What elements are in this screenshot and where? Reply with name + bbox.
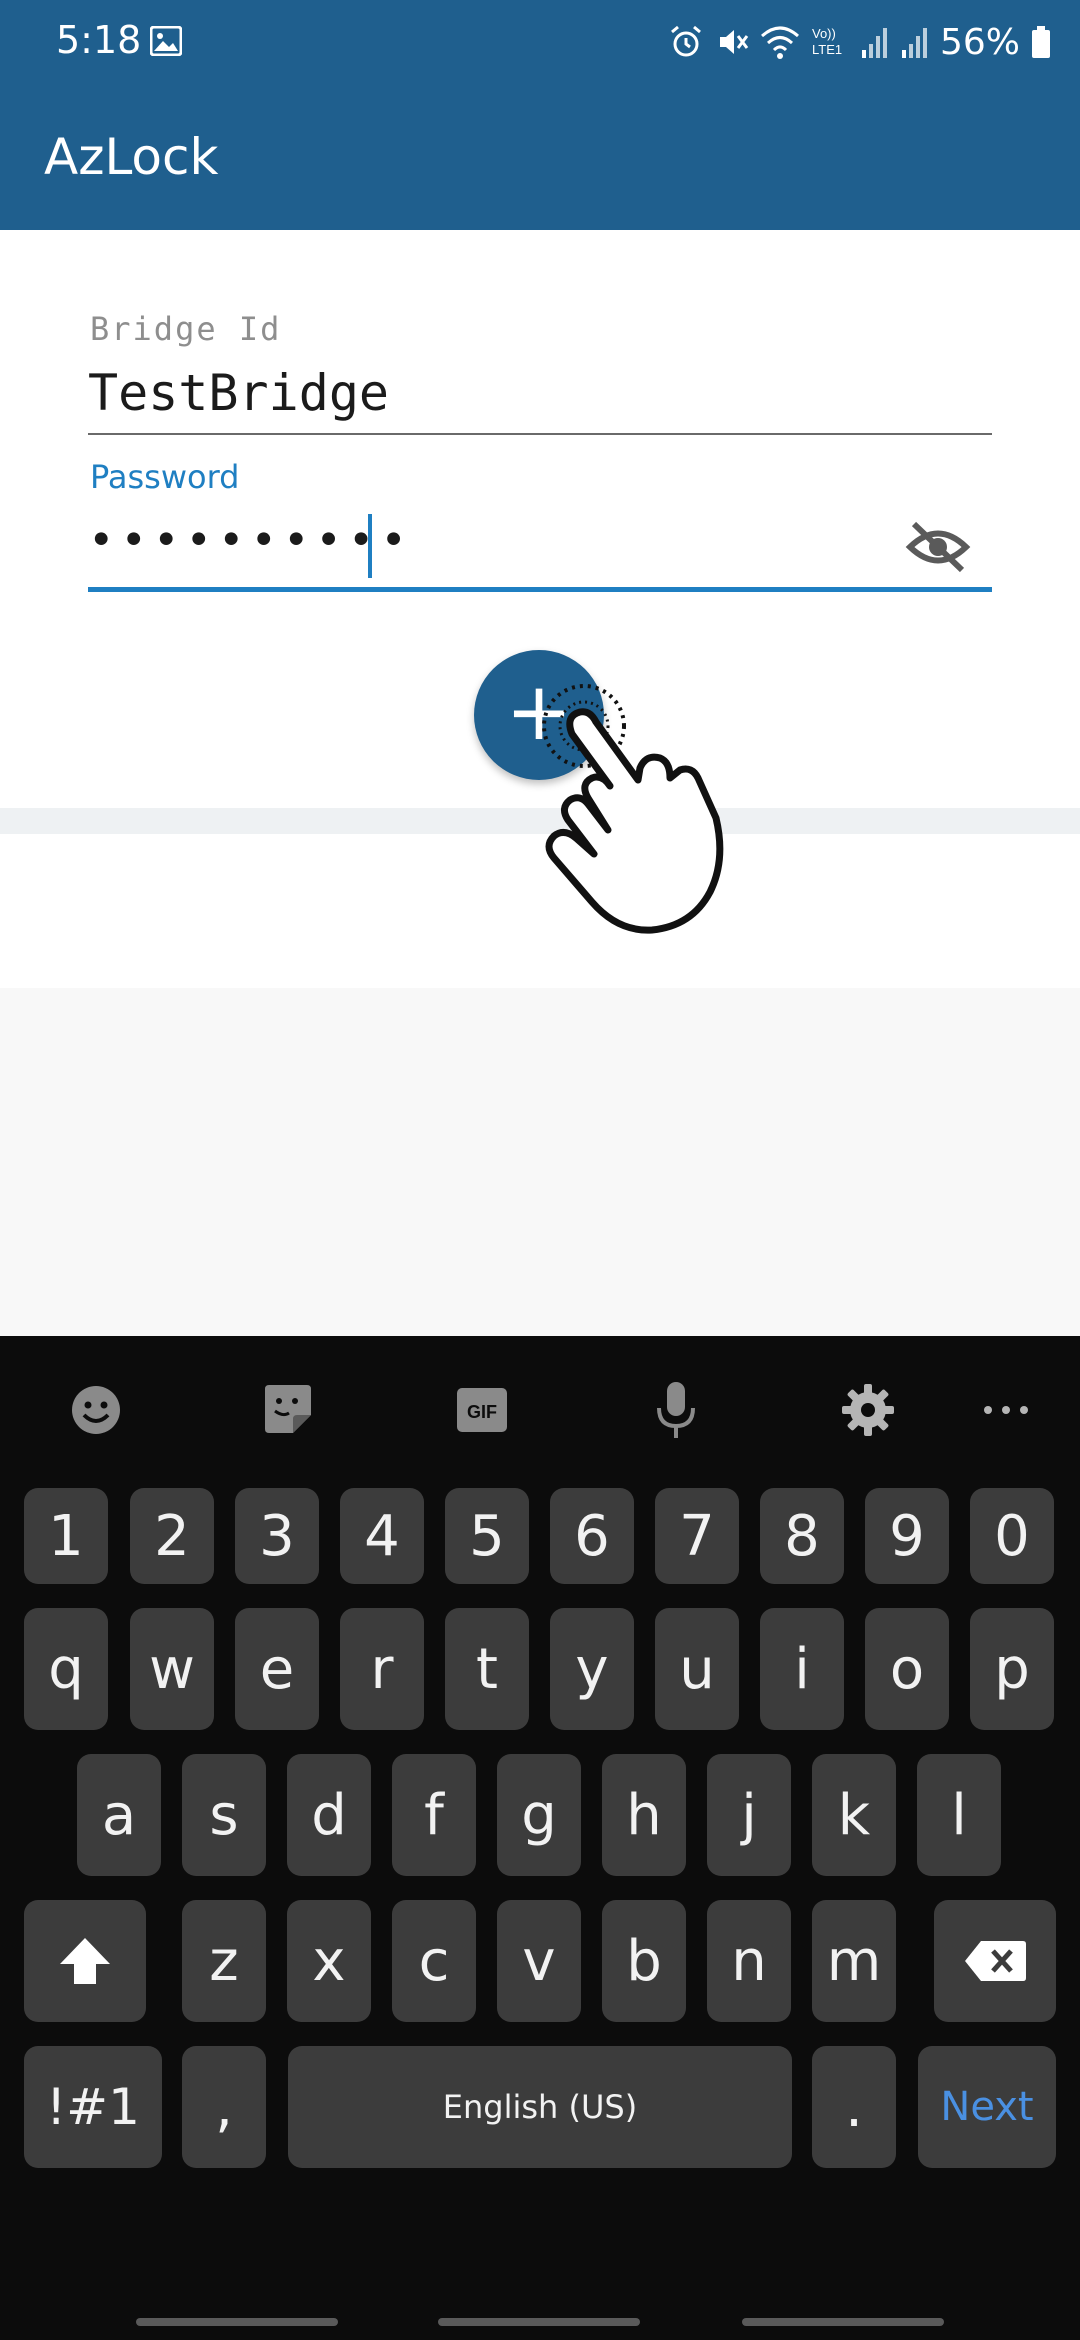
key-d[interactable]: d [287,1754,371,1876]
keyboard-toolbar: GIF [0,1336,1080,1484]
battery-percentage: 56% [939,21,1020,63]
nav-handle-center[interactable] [438,2318,640,2326]
bridge-id-field[interactable]: TestBridge [88,364,992,436]
backspace-key[interactable] [934,1900,1056,2022]
password-underline [88,587,992,592]
key-3[interactable]: 3 [235,1488,319,1584]
shift-icon [60,1938,110,1984]
keyboard: GIF 1 2 3 4 5 6 7 8 9 0 q w e r t y u i … [0,1336,1080,2340]
symbols-key[interactable]: !#1 [24,2046,162,2168]
text-cursor [368,514,372,578]
key-w[interactable]: w [130,1608,214,1730]
status-time: 5:18 [56,18,142,62]
nav-handle-right[interactable] [742,2318,944,2326]
signal-icon [901,28,927,58]
gif-icon[interactable]: GIF [450,1378,514,1442]
app-title: AzLock [44,128,219,186]
backspace-icon [965,1941,1026,1981]
key-f[interactable]: f [392,1754,476,1876]
tap-hand-icon [542,684,724,934]
key-h[interactable]: h [602,1754,686,1876]
volte-icon: Vo)) LTE1 [812,26,842,57]
key-g[interactable]: g [497,1754,581,1876]
svg-text:Vo)): Vo)) [812,26,836,41]
key-c[interactable]: c [392,1900,476,2022]
key-r[interactable]: r [340,1608,424,1730]
key-0[interactable]: 0 [970,1488,1054,1584]
key-2[interactable]: 2 [130,1488,214,1584]
emoji-icon[interactable] [64,1378,128,1442]
period-key[interactable]: . [812,2046,896,2168]
key-x[interactable]: x [287,1900,371,2022]
key-i[interactable]: i [760,1608,844,1730]
more-icon[interactable] [974,1378,1038,1442]
wifi-icon [760,26,799,59]
key-z[interactable]: z [182,1900,266,2022]
key-k[interactable]: k [812,1754,896,1876]
key-t[interactable]: t [445,1608,529,1730]
key-l[interactable]: l [917,1754,1001,1876]
bridge-id-underline [88,433,992,435]
key-s[interactable]: s [182,1754,266,1876]
bridge-id-label: Bridge Id [90,310,282,348]
app-bar: AzLock [0,82,1080,230]
password-field[interactable]: •••••••••• [88,515,908,583]
sticker-icon[interactable] [256,1378,320,1442]
key-j[interactable]: j [707,1754,791,1876]
key-5[interactable]: 5 [445,1488,529,1584]
gif-label: GIF [467,1402,497,1422]
alarm-icon [671,25,701,57]
mic-icon[interactable] [644,1378,708,1442]
gear-icon[interactable] [836,1378,900,1442]
key-e[interactable]: e [235,1608,319,1730]
key-1[interactable]: 1 [24,1488,108,1584]
key-u[interactable]: u [655,1608,739,1730]
gallery-icon [150,26,182,56]
key-6[interactable]: 6 [550,1488,634,1584]
next-key[interactable]: Next [918,2046,1056,2168]
nav-handle-left[interactable] [136,2318,338,2326]
mute-icon [719,30,749,54]
key-y[interactable]: y [550,1608,634,1730]
key-o[interactable]: o [865,1608,949,1730]
space-key[interactable]: English (US) [288,2046,792,2168]
password-label: Password [90,458,240,496]
key-9[interactable]: 9 [865,1488,949,1584]
shift-key[interactable] [24,1900,146,2022]
key-a[interactable]: a [77,1754,161,1876]
signal-icon [861,28,887,58]
eye-off-icon[interactable] [904,516,972,578]
status-bar: 5:18 Vo)) LTE1 56% [0,0,1080,82]
key-v[interactable]: v [497,1900,581,2022]
key-4[interactable]: 4 [340,1488,424,1584]
key-m[interactable]: m [812,1900,896,2022]
svg-text:LTE1: LTE1 [812,42,842,57]
status-icons: Vo)) LTE1 56% [668,12,1052,72]
key-n[interactable]: n [707,1900,791,2022]
comma-key[interactable]: , [182,2046,266,2168]
key-q[interactable]: q [24,1608,108,1730]
key-7[interactable]: 7 [655,1488,739,1584]
key-p[interactable]: p [970,1608,1054,1730]
key-b[interactable]: b [602,1900,686,2022]
battery-icon [1032,26,1050,58]
key-8[interactable]: 8 [760,1488,844,1584]
